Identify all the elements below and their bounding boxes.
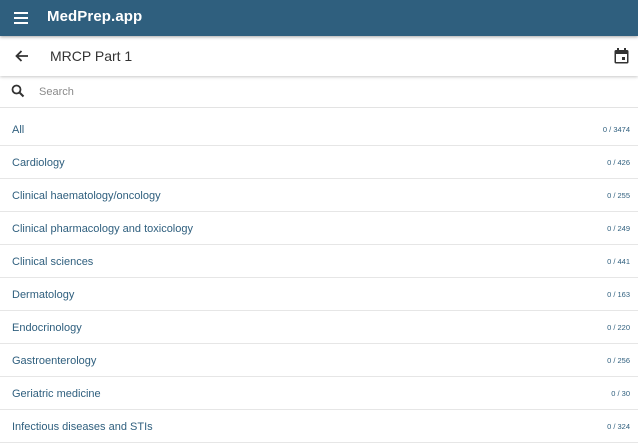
app-bar: MedPrep.app	[0, 0, 638, 36]
item-count: 0 / 30	[611, 389, 630, 398]
item-count: 0 / 220	[607, 323, 630, 332]
page-title: MRCP Part 1	[50, 48, 133, 64]
item-count: 0 / 441	[607, 257, 630, 266]
list-item-clinical-haematology-oncology[interactable]: Clinical haematology/oncology 0 / 255	[0, 179, 638, 212]
item-label: Clinical sciences	[12, 256, 94, 268]
list-item-infectious-diseases[interactable]: Infectious diseases and STIs 0 / 324	[0, 410, 638, 443]
search-bar	[0, 76, 638, 108]
list-item-geriatric-medicine[interactable]: Geriatric medicine 0 / 30	[0, 377, 638, 410]
item-label: Gastroenterology	[12, 355, 97, 367]
menu-button[interactable]	[5, 2, 37, 34]
item-label: Cardiology	[12, 157, 65, 169]
item-label: All	[12, 124, 25, 136]
item-count: 0 / 249	[607, 224, 630, 233]
search-input[interactable]	[36, 82, 602, 101]
calendar-button[interactable]	[606, 40, 636, 72]
item-count: 0 / 256	[607, 356, 630, 365]
list-item-clinical-sciences[interactable]: Clinical sciences 0 / 441	[0, 245, 638, 278]
item-count: 0 / 255	[607, 191, 630, 200]
category-list: All 0 / 3474 Cardiology 0 / 426 Clinical…	[0, 113, 638, 443]
list-item-cardiology[interactable]: Cardiology 0 / 426	[0, 146, 638, 179]
list-item-clinical-pharmacology-toxicology[interactable]: Clinical pharmacology and toxicology 0 /…	[0, 212, 638, 245]
item-count: 0 / 163	[607, 290, 630, 299]
item-label: Infectious diseases and STIs	[12, 421, 153, 433]
app-title: MedPrep.app	[47, 8, 143, 25]
item-count: 0 / 3474	[602, 125, 630, 134]
item-count: 0 / 324	[607, 422, 630, 431]
item-label: Clinical haematology/oncology	[12, 190, 161, 202]
page-header: MRCP Part 1	[0, 36, 638, 76]
list-item-gastroenterology[interactable]: Gastroenterology 0 / 256	[0, 344, 638, 377]
item-label: Geriatric medicine	[12, 388, 101, 400]
item-label: Endocrinology	[12, 322, 82, 334]
hamburger-menu-icon	[14, 12, 28, 24]
list-item-endocrinology[interactable]: Endocrinology 0 / 220	[0, 311, 638, 344]
list-item-dermatology[interactable]: Dermatology 0 / 163	[0, 278, 638, 311]
list-item-all[interactable]: All 0 / 3474	[0, 113, 638, 146]
item-label: Dermatology	[12, 289, 75, 301]
calendar-icon	[614, 48, 628, 64]
item-count: 0 / 426	[607, 158, 630, 167]
item-label: Clinical pharmacology and toxicology	[12, 223, 193, 235]
search-icon	[11, 84, 25, 98]
back-button[interactable]	[6, 40, 38, 72]
arrow-left-icon	[15, 50, 28, 62]
